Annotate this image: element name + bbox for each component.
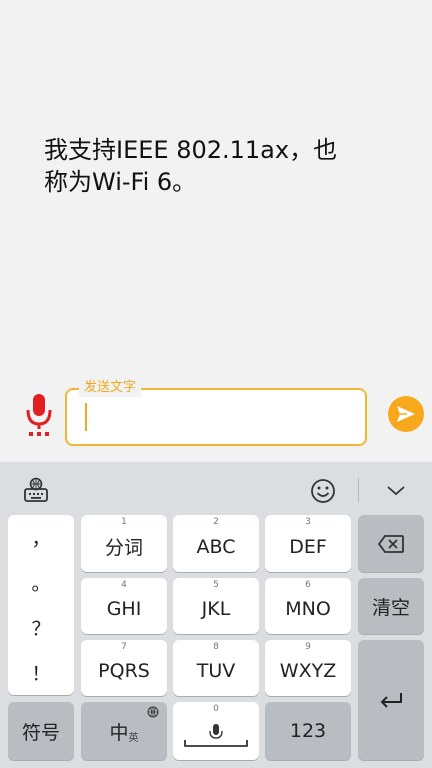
key-number: 6 [305,580,311,590]
key-label: MNO [285,598,331,620]
key-number: 8 [213,642,219,652]
keyboard-toolbar [0,462,432,514]
punct-comma[interactable]: ， [8,515,74,560]
punct-question[interactable]: ？ [8,605,74,650]
microphone-icon [26,394,52,436]
key-9-wxyz[interactable]: 9 WXYZ [265,640,351,696]
emoji-button[interactable] [309,477,337,509]
key-number: 9 [305,642,311,652]
key-label: PQRS [98,660,150,682]
clear-label: 清空 [371,596,410,619]
key-label: DEF [289,535,327,558]
punct-exclaim[interactable]: ！ [8,650,74,695]
message-input-box[interactable]: 发送文字 [65,379,367,446]
key-label: WXYZ [279,660,337,682]
toolbar-divider [358,478,359,502]
key-1-segment[interactable]: 1 分词 [81,515,167,572]
keyboard-settings-icon [24,477,48,502]
keyboard-settings-button[interactable] [22,476,50,508]
key-number: 2 [213,517,219,527]
clear-button[interactable]: 清空 [358,578,424,634]
enter-button[interactable] [358,640,424,760]
key-label: ABC [196,535,236,558]
key-number: 4 [121,580,127,590]
chevron-down-icon [387,486,405,496]
key-label: GHI [106,598,142,620]
key-3-def[interactable]: 3 DEF [265,515,351,572]
key-label: 分词 [104,537,143,559]
chinese-label: 中 [109,721,129,744]
key-8-tuv[interactable]: 8 TUV [173,640,259,696]
key-number: 5 [213,580,219,590]
text-caret [85,403,87,431]
english-sub-label: 英 [128,732,139,744]
key-2-abc[interactable]: 2 ABC [173,515,259,572]
numbers-label: 123 [289,720,327,742]
key-number: 1 [121,517,127,527]
globe-icon [147,706,159,718]
voice-mic-icon [184,724,248,747]
send-arrow-icon [397,406,415,422]
key-6-mno[interactable]: 6 MNO [265,578,351,634]
punctuation-column: ， 。 ？ ！ [8,515,74,695]
key-label: JKL [201,598,231,620]
collapse-keyboard-button[interactable] [384,480,408,504]
space-voice-key[interactable]: 0 [173,702,259,760]
message-input[interactable] [67,390,365,444]
message-line-1: 我支持IEEE 802.11ax，也 [44,136,338,164]
key-7-pqrs[interactable]: 7 PQRS [81,640,167,696]
symbols-label: 符号 [21,721,60,744]
key-5-jkl[interactable]: 5 JKL [173,578,259,634]
backspace-icon [377,534,404,553]
message-text: 我支持IEEE 802.11ax，也 称为Wi-Fi 6。 [44,134,394,198]
punct-period[interactable]: 。 [8,560,74,605]
key-number: 3 [305,517,311,527]
microphone-button[interactable] [22,392,56,438]
key-number: 7 [121,642,127,652]
backspace-button[interactable] [358,515,424,572]
message-line-2: 称为Wi-Fi 6。 [44,168,197,196]
key-label: TUV [196,660,236,682]
emoji-icon [311,479,335,503]
send-button[interactable] [388,396,424,432]
symbols-button[interactable]: 符号 [8,702,74,760]
input-row: 发送文字 [0,378,432,458]
language-switch-button[interactable]: 中 英 [81,702,167,760]
enter-icon [380,693,402,708]
numbers-button[interactable]: 123 [265,702,351,760]
key-4-ghi[interactable]: 4 GHI [81,578,167,634]
key-number: 0 [213,704,219,714]
